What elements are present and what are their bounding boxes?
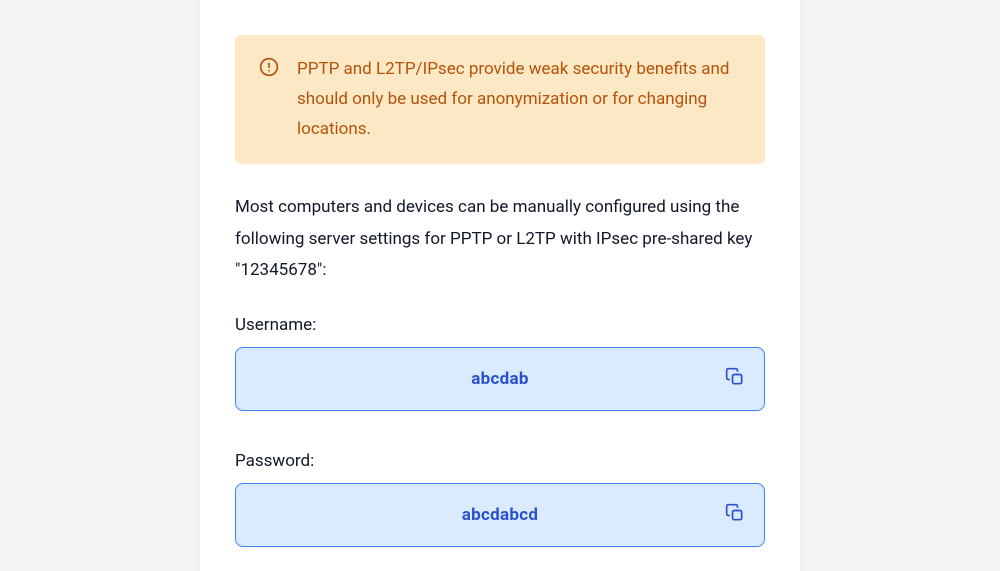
- copy-icon: [725, 367, 745, 390]
- password-value: abcdabcd: [462, 505, 539, 525]
- password-copy-box[interactable]: abcdabcd: [235, 483, 765, 547]
- alert-text: PPTP and L2TP/IPsec provide weak securit…: [297, 55, 741, 144]
- username-section: Username: abcdab: [235, 315, 765, 411]
- username-value: abcdab: [471, 369, 529, 389]
- instructions-text: Most computers and devices can be manual…: [235, 192, 765, 286]
- security-warning-alert: PPTP and L2TP/IPsec provide weak securit…: [235, 35, 765, 164]
- copy-icon: [725, 503, 745, 526]
- copy-username-button[interactable]: [724, 368, 746, 390]
- alert-icon: [259, 57, 279, 77]
- username-copy-box[interactable]: abcdab: [235, 347, 765, 411]
- copy-password-button[interactable]: [724, 504, 746, 526]
- username-label: Username:: [235, 315, 765, 335]
- settings-card: PPTP and L2TP/IPsec provide weak securit…: [200, 0, 800, 571]
- password-label: Password:: [235, 451, 765, 471]
- password-section: Password: abcdabcd: [235, 451, 765, 547]
